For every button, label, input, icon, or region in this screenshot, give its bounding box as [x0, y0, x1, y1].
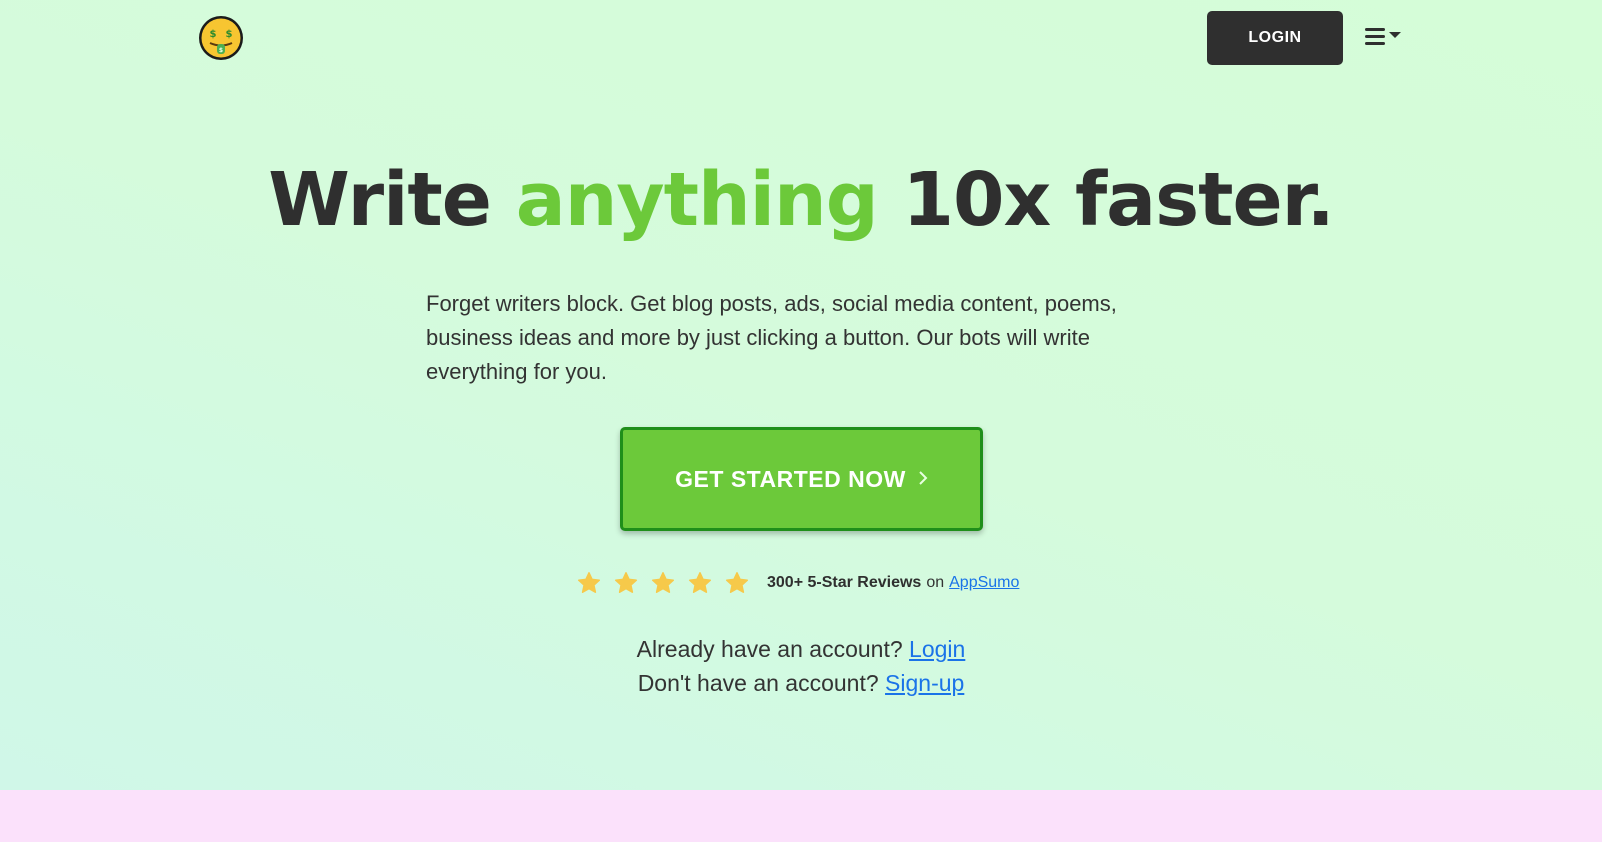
star-rating [577, 571, 749, 595]
hamburger-menu-icon [1365, 28, 1401, 45]
get-started-button[interactable]: GET STARTED NOW [620, 427, 983, 531]
headline-text-before: Write [268, 157, 492, 243]
svg-text:$: $ [210, 29, 217, 40]
money-mouth-face-icon[interactable]: $ $ $ [198, 15, 244, 61]
page-title: Write anything 10x faster. [0, 150, 1602, 250]
headline-text-after: 10x faster. [902, 157, 1334, 243]
reviews-summary: 300+ 5-Star Reviews on AppSumo [577, 568, 1019, 598]
star-icon [725, 572, 749, 593]
svg-text:$: $ [226, 29, 233, 40]
reviews-on-text: on [926, 574, 945, 591]
signup-prompt-row: Don't have an account? Sign-up [0, 666, 1602, 700]
star-icon [688, 572, 712, 593]
have-account-text: Already have an account? [636, 636, 903, 662]
no-account-text: Don't have an account? [637, 670, 879, 696]
login-button[interactable]: LOGIN [1207, 11, 1343, 65]
star-icon [577, 572, 601, 593]
appsumo-link[interactable]: AppSumo [949, 574, 1019, 592]
login-link[interactable]: Login [909, 636, 965, 662]
star-icon [614, 572, 638, 593]
account-links: Already have an account? Login Don't hav… [0, 632, 1602, 700]
landing-page: $ $ $ LOGIN Write anything 10x faster. F… [0, 0, 1602, 842]
review-count: 300+ 5-Star Reviews [767, 574, 922, 591]
next-section-band [0, 790, 1602, 842]
signup-link[interactable]: Sign-up [885, 670, 964, 696]
svg-text:$: $ [219, 47, 223, 54]
hero-subtitle: Forget writers block. Get blog posts, ad… [426, 291, 1117, 384]
menu-toggle[interactable] [1364, 24, 1406, 50]
headline-accent-word: anything [515, 157, 879, 243]
hero-section: $ $ $ LOGIN Write anything 10x faster. F… [0, 0, 1602, 790]
chevron-right-icon [918, 466, 928, 492]
get-started-label: GET STARTED NOW [675, 465, 906, 492]
star-icon [651, 572, 675, 593]
login-prompt-row: Already have an account? Login [0, 632, 1602, 666]
